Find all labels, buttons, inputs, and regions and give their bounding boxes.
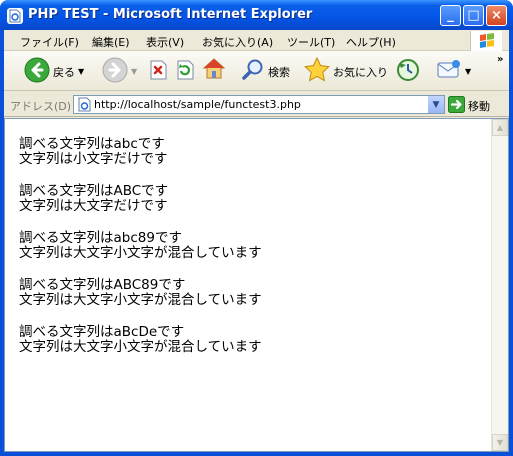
forward-arrow-icon: [102, 57, 128, 86]
result-block: 調べる文字列はABC89です 文字列は大文字小文字が混合しています: [19, 278, 479, 308]
target-string-line: 調べる文字列はaBcDeです: [19, 324, 185, 340]
refresh-button[interactable]: [175, 60, 195, 83]
target-string-line: 調べる文字列はABC89です: [19, 277, 186, 293]
result-block: 調べる文字列はabc89です 文字列は大文字小文字が混合しています: [19, 231, 479, 261]
result-line: 文字列は大文字小文字が混合しています: [19, 292, 262, 308]
stop-button[interactable]: [148, 60, 168, 83]
address-input[interactable]: http://localhost/sample/functest3.php ▼: [73, 95, 445, 114]
menu-favorites[interactable]: お気に入り(A): [202, 34, 273, 50]
page-icon: [77, 97, 92, 115]
result-block: 調べる文字列はABCです 文字列は大文字だけです: [19, 184, 479, 214]
mail-button[interactable]: ▼: [436, 58, 471, 85]
maximize-button[interactable]: □: [463, 5, 484, 26]
result-block: 調べる文字列はabcです 文字列は小文字だけです: [19, 137, 479, 167]
address-dropdown-icon[interactable]: ▼: [428, 96, 444, 113]
standard-toolbar: 戻る ▼ ▼ 検索 お気に入り ▼ »: [4, 51, 509, 91]
page-body: 調べる文字列はabcです 文字列は小文字だけです 調べる文字列はABCです 文字…: [19, 137, 479, 372]
history-button[interactable]: [396, 58, 420, 85]
search-icon: [241, 58, 265, 85]
back-arrow-icon: [24, 57, 50, 86]
title-bar[interactable]: PHP TEST - Microsoft Internet Explorer _…: [0, 0, 513, 30]
vertical-scrollbar[interactable]: ▲ ▼: [491, 119, 508, 451]
target-string-line: 調べる文字列はabcです: [19, 136, 165, 152]
home-icon: [202, 57, 226, 84]
target-string-line: 調べる文字列はABCです: [19, 183, 169, 199]
address-label: アドレス(D): [10, 100, 72, 113]
stop-icon: [148, 60, 168, 83]
forward-button[interactable]: ▼: [102, 57, 137, 86]
search-label: 検索: [268, 65, 290, 79]
ie-page-icon: [7, 8, 23, 24]
menu-file[interactable]: ファイル(F): [20, 34, 79, 50]
forward-dropdown-icon[interactable]: ▼: [131, 67, 137, 76]
browser-window: PHP TEST - Microsoft Internet Explorer _…: [0, 0, 513, 456]
close-button[interactable]: ×: [486, 5, 507, 26]
home-button[interactable]: [202, 57, 226, 84]
window-frame: ファイル(F) 編集(E) 表示(V) お気に入り(A) ツール(T) ヘルプ(…: [4, 30, 509, 452]
back-label: 戻る: [53, 65, 75, 79]
go-arrow-icon: [448, 96, 465, 116]
result-line: 文字列は大文字小文字が混合しています: [19, 339, 262, 355]
address-url: http://localhost/sample/functest3.php: [94, 98, 301, 111]
favorites-button[interactable]: お気に入り: [304, 56, 388, 86]
menu-edit[interactable]: 編集(E): [92, 34, 130, 50]
mail-dropdown-icon[interactable]: ▼: [465, 67, 471, 76]
page-content: 調べる文字列はabcです 文字列は小文字だけです 調べる文字列はABCです 文字…: [4, 118, 509, 452]
go-button[interactable]: 移動: [448, 96, 490, 116]
minimize-button[interactable]: _: [440, 5, 461, 26]
back-dropdown-icon[interactable]: ▼: [78, 67, 84, 76]
search-button[interactable]: 検索: [241, 58, 290, 85]
back-button[interactable]: 戻る ▼: [24, 57, 84, 86]
toolbar-overflow-icon[interactable]: »: [497, 54, 503, 65]
go-label: 移動: [468, 100, 490, 113]
scroll-up-icon[interactable]: ▲: [492, 119, 508, 136]
window-title: PHP TEST - Microsoft Internet Explorer: [28, 7, 313, 22]
menu-help[interactable]: ヘルプ(H): [346, 34, 396, 50]
favorites-label: お気に入り: [333, 65, 388, 79]
refresh-icon: [175, 60, 195, 83]
result-line: 文字列は大文字だけです: [19, 198, 168, 214]
menu-tools[interactable]: ツール(T): [287, 34, 335, 50]
target-string-line: 調べる文字列はabc89です: [19, 230, 182, 246]
result-block: 調べる文字列はaBcDeです 文字列は大文字小文字が混合しています: [19, 325, 479, 355]
menu-view[interactable]: 表示(V): [146, 34, 184, 50]
result-line: 文字列は小文字だけです: [19, 151, 168, 167]
mail-icon: [436, 58, 462, 85]
windows-logo-icon: [470, 31, 502, 51]
result-line: 文字列は大文字小文字が混合しています: [19, 245, 262, 261]
scroll-down-icon[interactable]: ▼: [492, 434, 508, 451]
menu-bar: ファイル(F) 編集(E) 表示(V) お気に入り(A) ツール(T) ヘルプ(…: [4, 30, 509, 51]
star-icon: [304, 56, 330, 86]
address-bar: アドレス(D) http://localhost/sample/functest…: [4, 92, 509, 117]
history-icon: [396, 58, 420, 85]
